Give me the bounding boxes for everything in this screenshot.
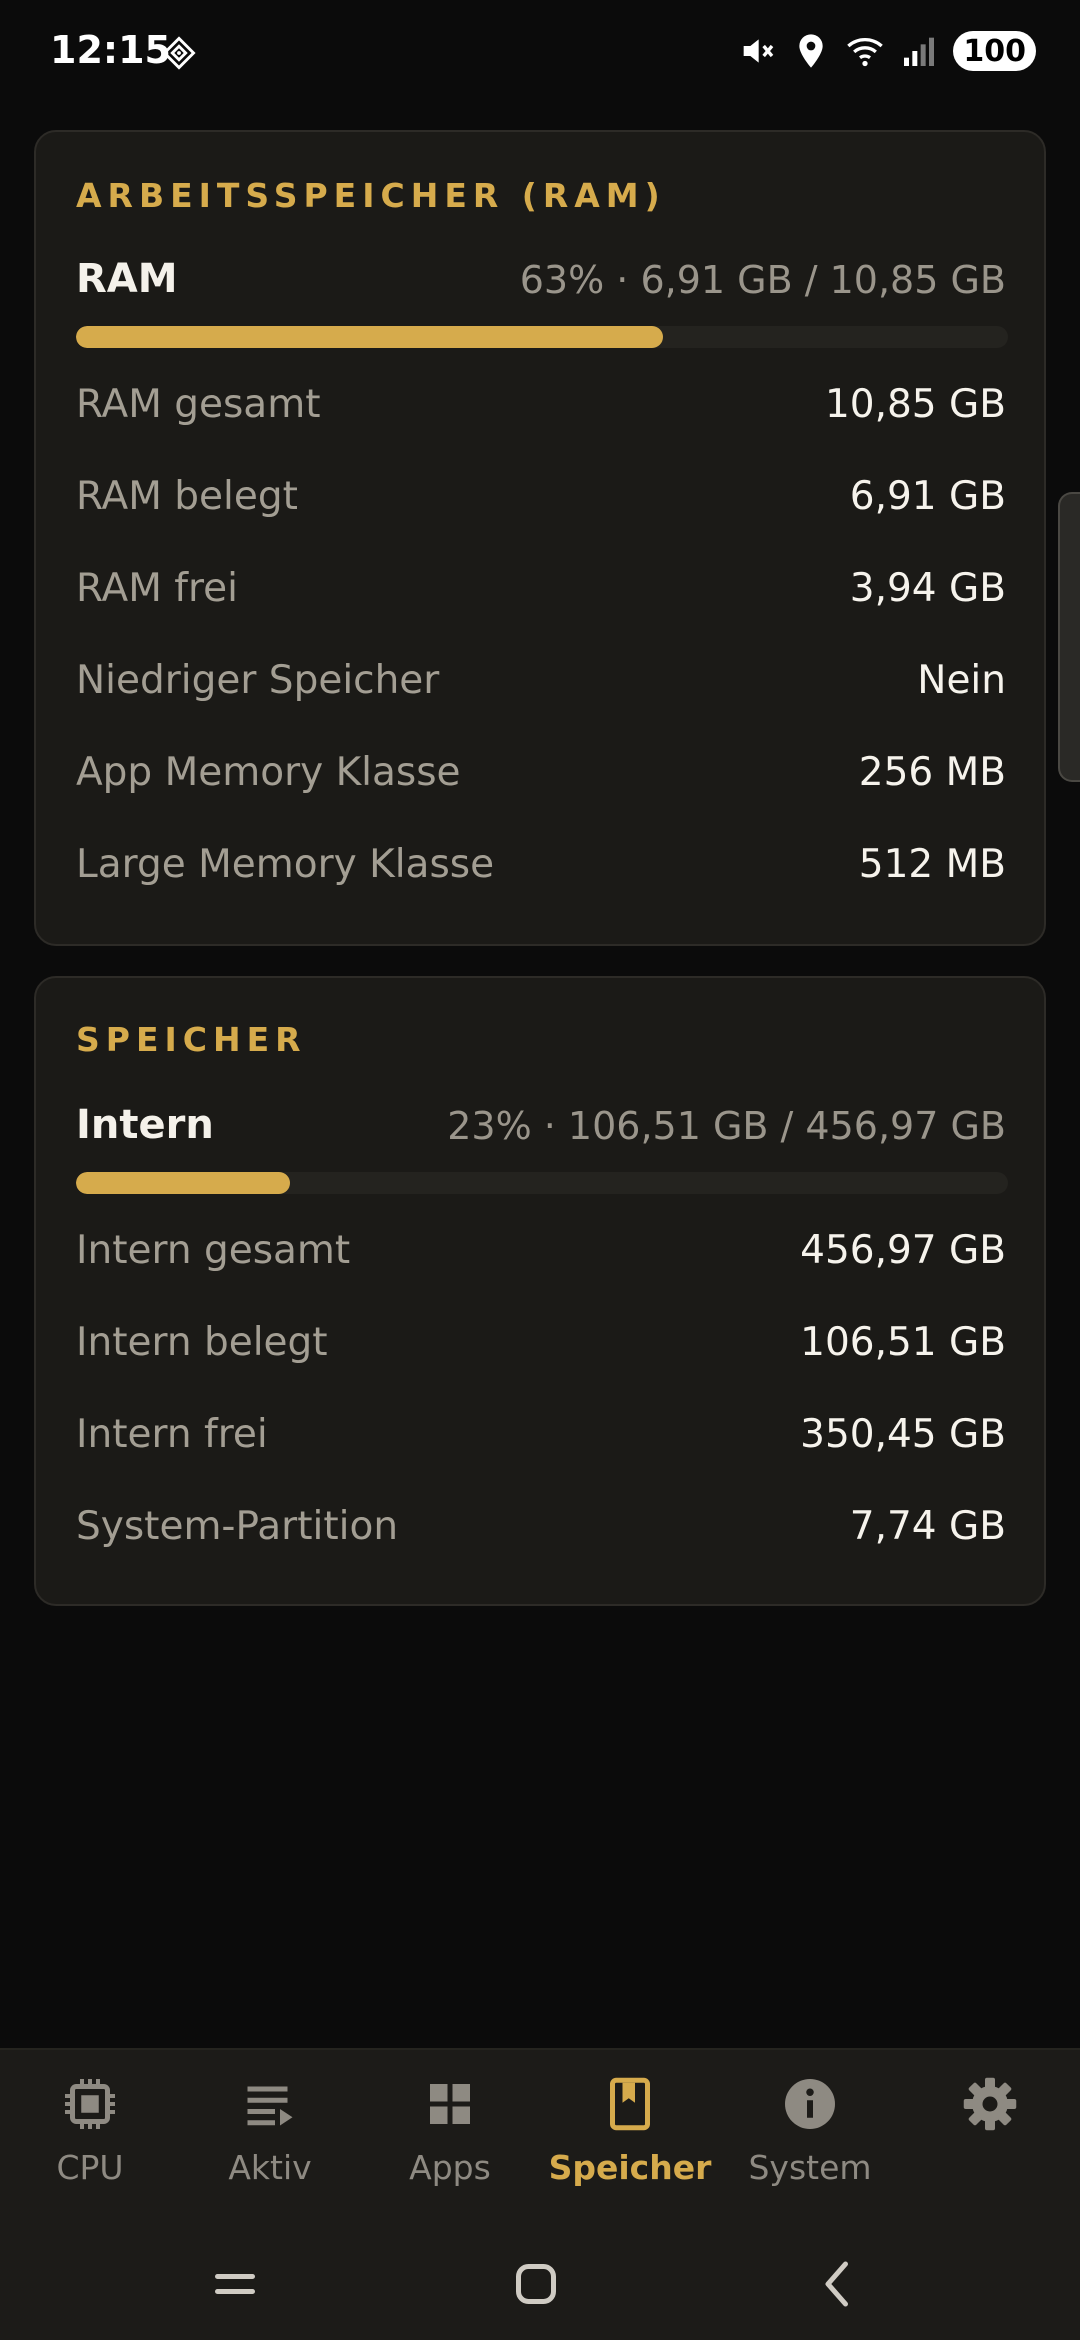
signal-icon [904, 37, 935, 66]
storage-row-total: Intern gesamt 456,97 GB [76, 1220, 1006, 1280]
row-value: 3,94 GB [849, 565, 1006, 611]
wifi-icon [847, 38, 884, 67]
storage-row-system-partition: System-Partition 7,74 GB [76, 1496, 1006, 1556]
nav-label: Aktiv [228, 2148, 312, 2187]
back-icon[interactable] [808, 2254, 868, 2314]
grid-icon [430, 2084, 470, 2124]
status-time: 12:15 [50, 28, 171, 72]
gear-icon [963, 2077, 1017, 2131]
row-label: Large Memory Klasse [76, 841, 495, 887]
nav-item-system[interactable]: System [720, 2074, 900, 2224]
row-label: App Memory Klasse [76, 749, 461, 795]
row-value: 106,51 GB [800, 1319, 1006, 1365]
storage-row-free: Intern frei 350,45 GB [76, 1404, 1006, 1464]
row-value: 6,91 GB [849, 473, 1006, 519]
nav-item-settings[interactable] [900, 2074, 1080, 2224]
ram-card-title: ARBEITSSPEICHER (RAM) [76, 176, 666, 215]
nav-item-cpu[interactable]: CPU [0, 2074, 180, 2224]
sync-icon [162, 36, 196, 70]
ram-progress-bar [76, 326, 1008, 348]
nav-item-aktiv[interactable]: Aktiv [180, 2074, 360, 2224]
info-icon [785, 2079, 835, 2129]
row-value: 456,97 GB [800, 1227, 1006, 1273]
row-label: RAM frei [76, 565, 238, 611]
ram-row-large-memory-class: Large Memory Klasse 512 MB [76, 834, 1006, 894]
ram-usage-summary: 63% · 6,91 GB / 10,85 GB [519, 258, 1006, 302]
storage-icon [610, 2077, 650, 2131]
cpu-icon [65, 2079, 115, 2129]
row-value: 256 MB [858, 749, 1006, 795]
row-label: System-Partition [76, 1503, 399, 1549]
nav-item-speicher[interactable]: Speicher [540, 2074, 720, 2224]
storage-card-title: SPEICHER [76, 1020, 307, 1059]
storage-row-used: Intern belegt 106,51 GB [76, 1312, 1006, 1372]
row-label: Intern gesamt [76, 1227, 351, 1273]
row-label: Intern frei [76, 1411, 268, 1457]
row-label: RAM gesamt [76, 381, 321, 427]
row-label: Intern belegt [76, 1319, 328, 1365]
row-value: 350,45 GB [800, 1411, 1006, 1457]
ram-row-total: RAM gesamt 10,85 GB [76, 374, 1006, 434]
ram-card: ARBEITSSPEICHER (RAM) RAM 63% · 6,91 GB … [34, 130, 1046, 946]
row-label: Niedriger Speicher [76, 657, 440, 703]
recent-apps-icon[interactable] [205, 2254, 265, 2314]
ram-row-low-memory: Niedriger Speicher Nein [76, 650, 1006, 710]
ram-row-app-memory-class: App Memory Klasse 256 MB [76, 742, 1006, 802]
row-value: 7,74 GB [849, 1503, 1006, 1549]
nav-label: System [748, 2148, 872, 2187]
nav-label: Speicher [548, 2148, 712, 2187]
bottom-navigation: CPU Aktiv Apps Speicher System [0, 2048, 1080, 2230]
home-icon[interactable] [506, 2254, 566, 2314]
ram-progress-fill [76, 326, 664, 348]
system-navigation-bar [0, 2228, 1080, 2340]
nav-label: Apps [409, 2148, 491, 2187]
storage-usage-label: Intern [76, 1102, 214, 1148]
scroll-handle[interactable] [1058, 492, 1080, 782]
storage-card: SPEICHER Intern 23% · 106,51 GB / 456,97… [34, 976, 1046, 1606]
ram-row-used: RAM belegt 6,91 GB [76, 466, 1006, 526]
row-label: RAM belegt [76, 473, 298, 519]
ram-usage-label: RAM [76, 256, 178, 302]
storage-progress-bar [76, 1172, 1008, 1194]
nav-item-apps[interactable]: Apps [360, 2074, 540, 2224]
status-icons: 100 [737, 28, 1036, 74]
list-icon [247, 2086, 293, 2126]
row-value: 512 MB [858, 841, 1006, 887]
status-bar: 12:15 100 [0, 0, 1080, 100]
storage-usage-summary: 23% · 106,51 GB / 456,97 GB [447, 1104, 1006, 1148]
storage-progress-fill [76, 1172, 291, 1194]
location-icon [799, 34, 824, 68]
battery-indicator: 100 [953, 31, 1036, 71]
row-value: 10,85 GB [824, 381, 1006, 427]
nav-label: CPU [56, 2148, 124, 2187]
row-value: Nein [917, 657, 1006, 703]
ram-row-free: RAM frei 3,94 GB [76, 558, 1006, 618]
mute-icon [744, 39, 774, 63]
